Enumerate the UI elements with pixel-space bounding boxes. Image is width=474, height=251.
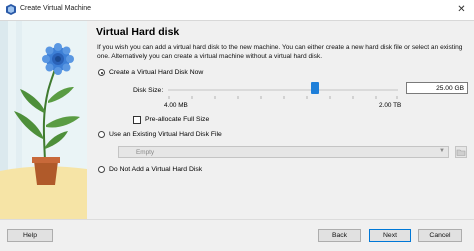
- folder-icon: [456, 149, 466, 156]
- choose-disk-file-button[interactable]: [455, 146, 467, 158]
- close-button[interactable]: ✕: [449, 0, 474, 20]
- virtualbox-app-icon: [6, 4, 16, 15]
- no-disk-label[interactable]: Do Not Add a Virtual Hard Disk: [109, 166, 202, 173]
- next-button[interactable]: Next: [369, 229, 411, 242]
- preallocate-checkbox[interactable]: [133, 116, 141, 124]
- window-title: Create Virtual Machine: [20, 5, 92, 12]
- existing-disk-select-value: Empty: [136, 149, 155, 156]
- back-button[interactable]: Back: [318, 229, 361, 242]
- existing-disk-select[interactable]: Empty ▼: [118, 146, 449, 158]
- disk-size-slider-thumb[interactable]: [311, 82, 320, 94]
- disk-size-max-label: 2.00 TB: [379, 102, 402, 109]
- disk-size-slider-ticks: [168, 96, 398, 99]
- disk-size-label: Disk Size:: [133, 87, 164, 94]
- title-bar: Create Virtual Machine ✕: [0, 0, 474, 21]
- existing-disk-radio[interactable]: [98, 131, 105, 138]
- page-description: If you wish you can add a virtual hard d…: [97, 44, 463, 61]
- existing-disk-label[interactable]: Use an Existing Virtual Hard Disk File: [109, 131, 222, 138]
- create-disk-label[interactable]: Create a Virtual Hard Disk Now: [109, 69, 203, 76]
- cancel-button[interactable]: Cancel: [418, 229, 462, 242]
- chevron-down-icon: ▼: [439, 148, 445, 154]
- disk-size-min-label: 4.00 MB: [164, 102, 188, 109]
- preallocate-label[interactable]: Pre-allocate Full Size: [145, 116, 209, 123]
- wizard-illustration: [0, 21, 87, 219]
- plant-illustration: [0, 21, 87, 219]
- page-heading: Virtual Hard disk: [96, 26, 180, 38]
- create-disk-radio[interactable]: [98, 69, 105, 76]
- no-disk-radio[interactable]: [98, 166, 105, 173]
- disk-size-slider-track[interactable]: [168, 89, 398, 91]
- help-button[interactable]: Help: [7, 229, 53, 242]
- disk-size-input[interactable]: 25.00 GB: [406, 82, 468, 94]
